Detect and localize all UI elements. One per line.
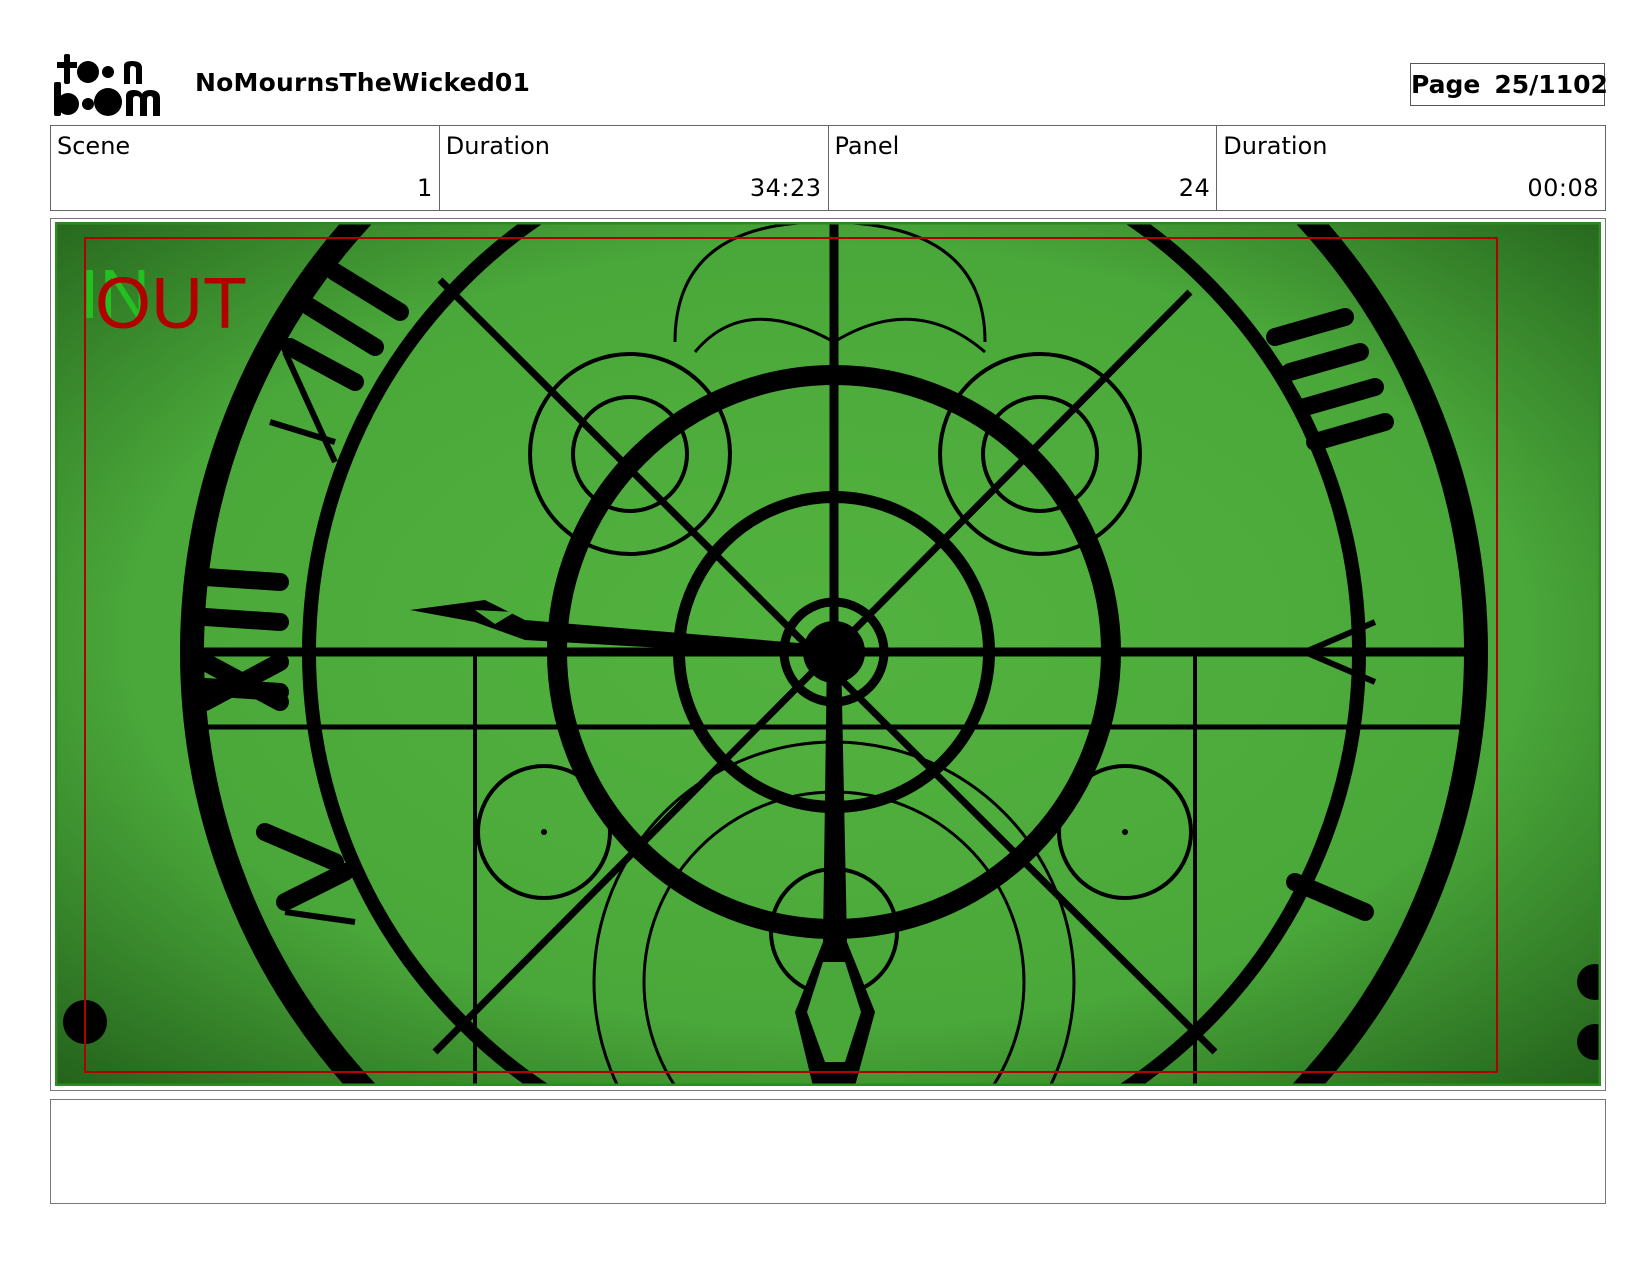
toon-boom-logo-icon	[54, 54, 160, 116]
scene-duration-value: 34:23	[749, 174, 822, 202]
panel-cell: Panel 24	[829, 126, 1218, 210]
scene-info-table: Scene 1 Duration 34:23 Panel 24 Duration…	[50, 125, 1606, 211]
project-title: NoMournsTheWicked01	[195, 68, 531, 97]
page-number: 25/1102	[1494, 70, 1608, 99]
out-marker: OUT	[95, 264, 247, 344]
panel-label: Panel	[834, 132, 900, 160]
scene-value: 1	[416, 174, 433, 202]
storyboard-panel-frame: IN OUT	[50, 218, 1606, 1091]
page-label: Page	[1411, 70, 1481, 99]
panel-duration-cell: Duration 00:08	[1217, 126, 1605, 210]
page-indicator: Page 25/1102	[1410, 63, 1608, 106]
scene-label: Scene	[57, 132, 131, 160]
scene-cell: Scene 1	[51, 126, 440, 210]
panel-notes-box[interactable]	[50, 1099, 1606, 1204]
toon-boom-logo	[52, 52, 170, 118]
storyboard-panel-image[interactable]: IN OUT	[55, 222, 1601, 1086]
scene-duration-cell: Duration 34:23	[440, 126, 829, 210]
panel-value: 24	[1178, 174, 1211, 202]
panel-duration-label: Duration	[1223, 132, 1328, 160]
clock-face-drawing: IN OUT	[55, 222, 1601, 1086]
scene-duration-label: Duration	[445, 132, 550, 160]
panel-duration-value: 00:08	[1527, 174, 1599, 202]
